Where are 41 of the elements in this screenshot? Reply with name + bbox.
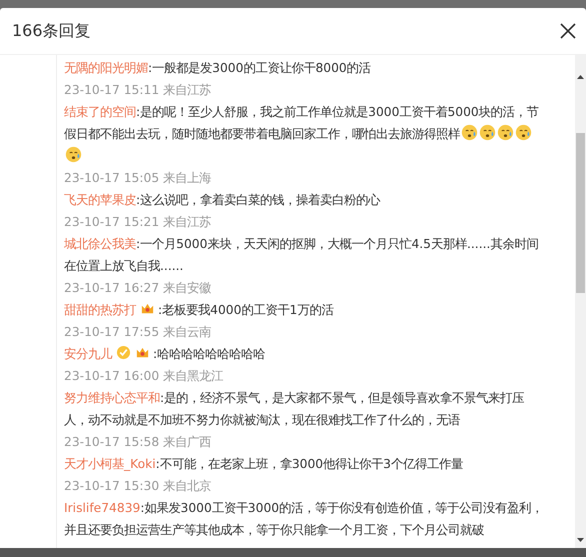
- author-link[interactable]: 城北徐公我美: [64, 237, 136, 251]
- reply-text: 天才小柯基_Koki:不可能，在老家上班，拿3000他得让你干3个亿得工作量: [64, 456, 464, 473]
- reply-meta: 23-10-17 15:58 来自广西: [64, 434, 212, 451]
- reply-text: 甜甜的热苏打 :老板要我4000的工资干1万的活: [64, 300, 334, 319]
- scroll-up-icon[interactable]: [576, 73, 585, 81]
- close-button[interactable]: [558, 21, 578, 41]
- scrollbar[interactable]: [575, 55, 586, 548]
- reply-meta: 23-10-17 17:55 来自云南: [64, 324, 212, 341]
- reply-meta: 23-10-17 16:00 来自黑龙江: [64, 368, 224, 385]
- reply-text: 无隅的阳光明媚:一般都是发3000的工资让你干8000的活: [64, 60, 372, 77]
- reply-meta: 23-10-17 16:27 来自安徽: [64, 280, 212, 297]
- crown-icon: [135, 345, 150, 360]
- reply-text: 城北徐公我美:一个月5000来块，天天闲的抠脚，大概一个月只忙4.5天那样......其余时间在位置上放飞自我......: [64, 236, 540, 275]
- scroll-down-icon[interactable]: [576, 536, 585, 544]
- reply-meta: 23-10-17 15:11 来自江苏: [64, 82, 212, 99]
- author-link[interactable]: 甜甜的热苏打: [64, 303, 136, 317]
- author-link[interactable]: 无隅的阳光明媚: [64, 61, 148, 75]
- crown-icon: [140, 301, 155, 316]
- sweating-face-icon: [65, 146, 82, 163]
- reply-meta: 23-10-17 15:30 来自北京: [64, 478, 212, 495]
- author-link[interactable]: 天才小柯基_Koki: [64, 457, 156, 471]
- reply-meta: 23-10-17 15:21 来自江苏: [64, 214, 212, 231]
- close-icon: [560, 23, 576, 39]
- scrollbar-thumb[interactable]: [576, 133, 585, 293]
- sweating-face-icon: [497, 124, 514, 141]
- reply-meta: 23-10-17 15:05 来自上海: [64, 170, 212, 187]
- reply-text: Irislife74839:如果发3000工资干3000的活，等于你没有创造价值，等于公司没有盈利，并且还要负担运营生产等其他成本，等于你只能拿一个月工资，下个月公司就破: [64, 500, 544, 539]
- author-link[interactable]: 飞天的苹果皮: [64, 193, 136, 207]
- reply-text: 结束了的空间:是的呢！至少人舒服，我之前工作单位就是3000工资干着5000块的活，节假日都不能出去玩，随时随地都要带着电脑回家工作，哪怕出去旅游得照样: [64, 101, 545, 167]
- reply-text: 安分九儿 :哈哈哈哈哈哈哈哈哈: [64, 344, 266, 363]
- sweating-face-icon: [461, 124, 478, 141]
- sweating-face-icon: [515, 124, 532, 141]
- author-link[interactable]: Irislife74839: [64, 501, 140, 515]
- sweating-face-icon: [479, 124, 496, 141]
- reply-text: 努力维持心态平和:是的，经济不景气，是大家都不景气，但是领导喜欢拿不景气来打压人，动不动就是不加班不努力你就被淘汰，现在很难找工作了什么的，无语: [64, 390, 526, 429]
- author-link[interactable]: 结束了的空间: [64, 105, 136, 119]
- verified-icon: [116, 345, 131, 360]
- author-link[interactable]: 安分九儿: [64, 347, 112, 361]
- dialog-title: 166条回复: [12, 20, 91, 42]
- reply-text: 飞天的苹果皮:这么说吧，拿着卖白菜的钱，操着卖白粉的心: [64, 192, 382, 209]
- author-link[interactable]: 努力维持心态平和: [64, 391, 160, 405]
